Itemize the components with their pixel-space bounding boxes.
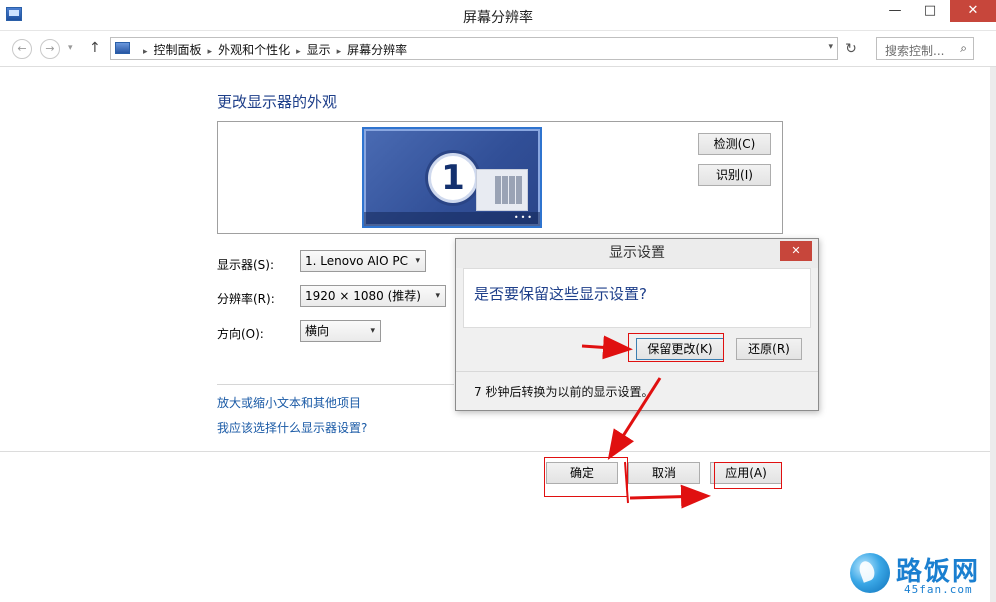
dialog-close-icon[interactable]: ✕ (780, 241, 812, 261)
address-bar[interactable]: ▸ 控制面板 ▸ 外观和个性化 ▸ 显示 ▸ 屏幕分辨率 ▾ (110, 37, 838, 60)
dialog-countdown-text: 7 秒钟后转换为以前的显示设置。 (474, 385, 654, 399)
resolution-select-value: 1920 × 1080 (推荐) (305, 289, 421, 303)
annotation-box-keep (628, 333, 724, 362)
breadcrumb-display[interactable]: 显示 (307, 43, 331, 57)
display-label: 显示器(S): (217, 258, 275, 272)
dialog-body: 是否要保留这些显示设置? (463, 268, 811, 328)
forward-arrow-icon[interactable]: → (40, 39, 60, 59)
window-title: 屏幕分辨率 (463, 10, 533, 26)
arrow-to-apply-icon (629, 484, 711, 509)
chevron-down-icon: ▾ (415, 256, 420, 266)
monitor-grid-icon (495, 176, 523, 204)
text-size-link[interactable]: 放大或缩小文本和其他项目 (217, 394, 361, 411)
breadcrumb-separator-icon: ▸ (143, 47, 148, 57)
monitor-preview-area: 1 ••• 检测(C) 识别(I) (217, 121, 783, 234)
monitor-number-badge: 1 (428, 153, 478, 203)
maximize-button[interactable]: □ (915, 0, 945, 22)
cancel-button[interactable]: 取消 (628, 462, 700, 484)
search-placeholder: 搜索控制... (885, 44, 945, 58)
orientation-select[interactable]: 横向 ▾ (300, 320, 381, 342)
title-bar: 屏幕分辨率 — □ ✕ (0, 0, 996, 31)
revert-button[interactable]: 还原(R) (736, 338, 802, 360)
detect-button[interactable]: 检测(C) (698, 133, 771, 155)
monitor-dots-icon: ••• (513, 213, 534, 222)
up-arrow-icon[interactable]: ↑ (89, 40, 101, 56)
breadcrumb: ▸ 控制面板 ▸ 外观和个性化 ▸ 显示 ▸ 屏幕分辨率 (137, 41, 407, 58)
section-divider (217, 384, 454, 385)
breadcrumb-control-panel[interactable]: 控制面板 (154, 43, 202, 57)
annotation-box-ok (544, 457, 628, 497)
scrollbar[interactable] (990, 67, 996, 602)
annotation-box-apply (714, 462, 782, 489)
address-row: ← → ▾ ↑ ▸ 控制面板 ▸ 外观和个性化 ▸ 显示 ▸ 屏幕分辨率 ▾ ↻ 搜索控制..… (0, 31, 996, 67)
which-settings-link[interactable]: 我应该选择什么显示器设置? (217, 419, 367, 436)
footer-divider (0, 451, 990, 452)
dialog-title: 显示设置 (456, 239, 818, 268)
address-dropdown-icon[interactable]: ▾ (828, 42, 833, 52)
search-input[interactable]: 搜索控制... ⌕ (876, 37, 974, 60)
control-panel-icon (115, 42, 130, 54)
search-icon[interactable]: ⌕ (960, 41, 967, 56)
resolution-select[interactable]: 1920 × 1080 (推荐) ▾ (300, 285, 446, 307)
site-watermark: 路饭网 45fan.com (848, 549, 994, 599)
dialog-question: 是否要保留这些显示设置? (474, 285, 647, 303)
display-select[interactable]: 1. Lenovo AIO PC ▾ (300, 250, 426, 272)
identify-button[interactable]: 识别(I) (698, 164, 771, 186)
orientation-select-value: 横向 (305, 324, 330, 338)
breadcrumb-resolution[interactable]: 屏幕分辨率 (347, 43, 407, 57)
watermark-url: 45fan.com (904, 583, 973, 596)
display-select-value: 1. Lenovo AIO PC (305, 254, 408, 268)
chevron-down-icon: ▾ (370, 326, 375, 336)
display-settings-dialog: 显示设置 ✕ 是否要保留这些显示设置? 保留更改(K) 还原(R) 7 秒钟后转… (455, 238, 819, 411)
breadcrumb-separator-icon[interactable]: ▸ (208, 47, 213, 57)
monitor-1-thumbnail[interactable]: 1 ••• (362, 127, 542, 228)
breadcrumb-separator-icon[interactable]: ▸ (337, 47, 342, 57)
orientation-label: 方向(O): (217, 327, 264, 341)
minimize-button[interactable]: — (880, 0, 910, 22)
resolution-label: 分辨率(R): (217, 292, 275, 306)
breadcrumb-separator-icon[interactable]: ▸ (296, 47, 301, 57)
recent-locations-icon[interactable]: ▾ (68, 43, 73, 53)
chevron-down-icon: ▾ (435, 291, 440, 301)
page-title: 更改显示器的外观 (217, 93, 338, 111)
watermark-logo-icon (850, 553, 890, 593)
breadcrumb-appearance[interactable]: 外观和个性化 (218, 43, 290, 57)
back-arrow-icon[interactable]: ← (12, 39, 32, 59)
monitor-window-icon (476, 169, 528, 211)
close-window-button[interactable]: ✕ (950, 0, 996, 22)
refresh-icon[interactable]: ↻ (842, 40, 860, 58)
